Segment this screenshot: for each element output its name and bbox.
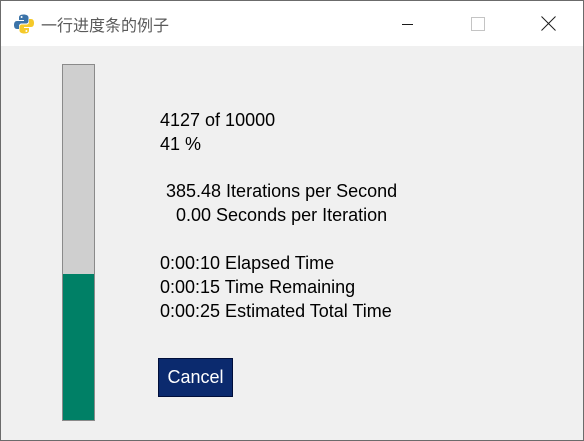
cancel-button[interactable]: Cancel xyxy=(158,358,233,397)
maximize-icon xyxy=(471,16,485,31)
minimize-icon xyxy=(402,23,413,25)
close-icon xyxy=(540,16,556,31)
iteration-count-text: 4127 of 10000 xyxy=(160,110,276,130)
progress-window: 一行进度条的例子 4127 of 10000 41 % 385.48 Itera… xyxy=(0,0,584,441)
title-bar[interactable]: 一行进度条的例子 xyxy=(1,1,583,46)
iterations-per-second-text: 385.48 Iterations per Second xyxy=(161,181,398,201)
minimize-button[interactable] xyxy=(385,1,431,46)
maximize-button[interactable] xyxy=(455,1,501,46)
python-icon xyxy=(13,13,35,35)
time-remaining-text: 0:00:15 Time Remaining xyxy=(160,277,356,297)
window-title: 一行进度条的例子 xyxy=(41,16,170,35)
seconds-per-iteration-text: 0.00 Seconds per Iteration xyxy=(161,205,388,225)
progress-bar-fill xyxy=(63,273,94,420)
vertical-progress-bar xyxy=(62,64,95,421)
close-button[interactable] xyxy=(525,1,571,46)
percent-text: 41 % xyxy=(160,134,202,154)
estimated-total-time-text: 0:00:25 Estimated Total Time xyxy=(160,301,392,321)
elapsed-time-text: 0:00:10 Elapsed Time xyxy=(160,253,335,273)
